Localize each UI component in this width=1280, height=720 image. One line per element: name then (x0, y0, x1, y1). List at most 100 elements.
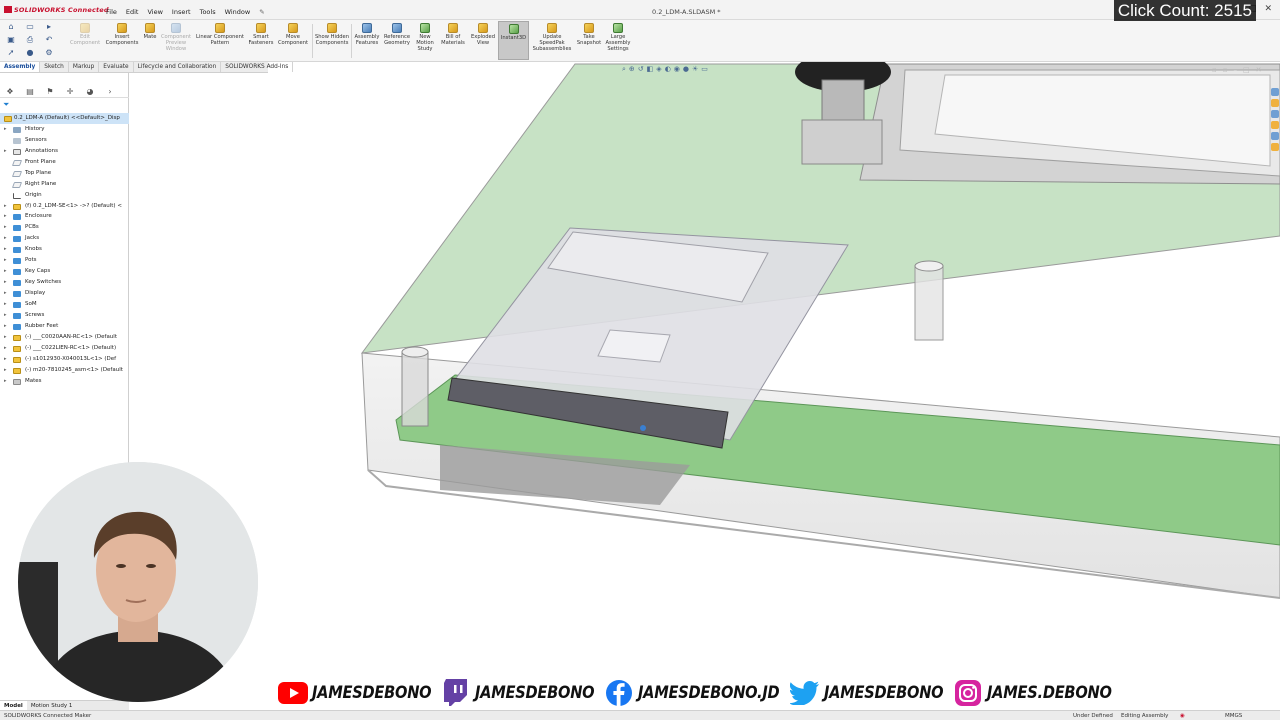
scene-icon[interactable]: ☀ (692, 65, 698, 74)
solidworks-resources-icon[interactable] (1270, 88, 1279, 96)
appearance-icon[interactable]: ● (683, 65, 689, 74)
tree-item-part[interactable]: ▸ (-) s1012930-X040013L<1> (Def (0, 354, 129, 365)
twitter-link[interactable]: JAMESDEBONO (789, 680, 945, 706)
graphics-viewport[interactable] (130, 62, 1280, 708)
linear-component-pattern-button[interactable]: Linear Component Pattern (194, 23, 246, 47)
tree-item-screws[interactable]: ▸ Screws (0, 310, 129, 321)
tree-item-pcbs[interactable]: ▸ PCBs (0, 222, 129, 233)
expand-arrow-icon[interactable]: ▸ (4, 310, 7, 321)
expand-arrow-icon[interactable]: ▸ (4, 376, 7, 387)
rebuild-icon[interactable]: ● (23, 48, 37, 60)
design-library-icon[interactable] (1270, 99, 1279, 107)
tree-item-front-plane[interactable]: Front Plane (0, 157, 129, 168)
expand-arrow-icon[interactable]: ▸ (4, 211, 7, 222)
facebook-link[interactable]: JAMESDEBONO.JD (604, 680, 782, 706)
expand-arrow-icon[interactable]: ▸ (4, 365, 7, 376)
new-document-icon[interactable]: ▭ (23, 22, 37, 34)
custom-properties-icon[interactable] (1270, 143, 1279, 151)
tab-evaluate[interactable]: Evaluate (99, 62, 134, 72)
undo-icon[interactable]: ↶ (42, 35, 56, 47)
save-icon[interactable]: ▣ (4, 35, 18, 47)
tab-motion-study[interactable]: Motion Study 1 (27, 701, 77, 710)
tree-item-part[interactable]: ▸ (-) ___C0020AAN-RC<1> (Default (0, 332, 129, 343)
viewport-restore-icon[interactable]: ▫ (1212, 66, 1217, 74)
tree-item-display[interactable]: ▸ Display (0, 288, 129, 299)
viewport-maximize-icon[interactable]: □ (1243, 66, 1250, 74)
section-view-icon[interactable]: ◧ (647, 65, 654, 74)
show-hidden-components-button[interactable]: Show Hidden Components (314, 23, 350, 47)
expand-arrow-icon[interactable]: ▸ (4, 277, 7, 288)
tree-item-history[interactable]: ▸ History (0, 124, 129, 135)
options-icon[interactable]: ⚙ (42, 48, 56, 60)
instant3d-button[interactable]: Instant3D (498, 21, 529, 60)
expand-arrow-icon[interactable]: ▸ (4, 266, 7, 277)
mate-button[interactable]: Mate (140, 23, 160, 41)
tab-markup[interactable]: Markup (69, 62, 100, 72)
expand-arrow-icon[interactable]: ▸ (4, 288, 7, 299)
expand-arrow-icon[interactable]: ▸ (4, 321, 7, 332)
previous-view-icon[interactable]: ↺ (638, 65, 644, 74)
select-icon[interactable]: ➚ (4, 48, 18, 60)
viewport-minimize-icon[interactable]: – (1234, 66, 1238, 74)
tab-assembly[interactable]: Assembly (0, 62, 41, 72)
menu-edit[interactable]: Edit (126, 8, 139, 16)
zoom-area-icon[interactable]: ⊕ (629, 65, 635, 74)
tree-item-knobs[interactable]: ▸ Knobs (0, 244, 129, 255)
tree-item-pots[interactable]: ▸ Pots (0, 255, 129, 266)
menu-view[interactable]: View (147, 8, 162, 16)
tree-root[interactable]: 0.2_LDM-A (Default) <<Default>_Disp (0, 113, 129, 124)
file-explorer-icon[interactable] (1270, 110, 1279, 118)
appearances-icon[interactable] (1270, 132, 1279, 140)
insert-components-button[interactable]: Insert Components (104, 23, 140, 47)
viewport-close-icon[interactable]: ✕ (1256, 66, 1262, 74)
solidworks-logo[interactable]: SOLIDWORKS Connected (4, 6, 109, 14)
tree-item-top-plane[interactable]: Top Plane (0, 168, 129, 179)
expand-arrow-icon[interactable]: ▸ (4, 201, 7, 212)
move-component-button[interactable]: Move Component (277, 23, 309, 47)
tree-item-jacks[interactable]: ▸ Jacks (0, 233, 129, 244)
tree-item-origin[interactable]: Origin (0, 190, 129, 201)
view-orientation-icon[interactable]: ◈ (656, 65, 661, 74)
tree-item-right-plane[interactable]: Right Plane (0, 179, 129, 190)
rebuild-status-icon[interactable]: ◉ (1180, 713, 1185, 719)
tree-item-key-caps[interactable]: ▸ Key Caps (0, 266, 129, 277)
expand-panel-icon[interactable]: › (100, 85, 120, 97)
update-speedpak-button[interactable]: Update SpeedPak Subassemblies (532, 23, 572, 52)
dimxpert-tab-icon[interactable]: ✛ (60, 85, 80, 97)
tree-item-annotations[interactable]: ▸ Annotations (0, 146, 129, 157)
exploded-view-button[interactable]: Exploded View (469, 23, 497, 47)
open-icon[interactable]: ▸ (42, 22, 56, 34)
tab-model[interactable]: Model (0, 701, 27, 710)
expand-arrow-icon[interactable]: ▸ (4, 255, 7, 266)
expand-arrow-icon[interactable]: ▸ (4, 146, 7, 157)
youtube-link[interactable]: JAMESDEBONO (278, 680, 433, 706)
large-assembly-settings-button[interactable]: Large Assembly Settings (604, 23, 632, 52)
property-manager-tab-icon[interactable]: ▤ (20, 85, 40, 97)
expand-arrow-icon[interactable]: ▸ (4, 299, 7, 310)
tab-sketch[interactable]: Sketch (40, 62, 69, 72)
new-motion-study-button[interactable]: New Motion Study (414, 23, 436, 52)
feature-tree-tab-icon[interactable]: ❖ (0, 85, 20, 97)
expand-arrow-icon[interactable]: ▸ (4, 343, 7, 354)
expand-arrow-icon[interactable]: ▸ (4, 124, 7, 135)
view-palette-icon[interactable] (1270, 121, 1279, 129)
assembly-features-button[interactable]: Assembly Features (352, 23, 382, 47)
expand-arrow-icon[interactable]: ▸ (4, 222, 7, 233)
edit-component-button[interactable]: Edit Component (70, 23, 100, 47)
menu-window[interactable]: Window (225, 8, 251, 16)
tree-item-som[interactable]: ▸ SoM (0, 299, 129, 310)
zoom-to-fit-icon[interactable]: ⌕ (622, 65, 626, 74)
tree-item-key-switches[interactable]: ▸ Key Switches (0, 277, 129, 288)
tree-item-part[interactable]: ▸ (-) ___C022LIEN-RC<1> (Default) (0, 343, 129, 354)
bill-of-materials-button[interactable]: Bill of Materials (439, 23, 467, 47)
tree-item-sensors[interactable]: Sensors (0, 135, 129, 146)
expand-arrow-icon[interactable]: ▸ (4, 354, 7, 365)
menu-insert[interactable]: Insert (172, 8, 191, 16)
smart-fasteners-button[interactable]: Smart Fasteners (248, 23, 274, 47)
twitch-link[interactable]: JAMESDEBONO (441, 679, 596, 706)
viewport-tile-icon[interactable]: ▫ (1223, 66, 1228, 74)
status-units[interactable]: MMGS (1225, 713, 1242, 719)
display-manager-tab-icon[interactable]: ◕ (80, 85, 100, 97)
component-preview-window-button[interactable]: Component Preview Window (160, 23, 192, 52)
reference-geometry-button[interactable]: Reference Geometry (382, 23, 412, 47)
